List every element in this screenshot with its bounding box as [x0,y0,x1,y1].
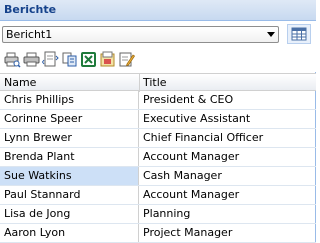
title-cell[interactable]: Account Manager [139,186,316,204]
panel-title: Berichte [4,3,57,16]
table-row[interactable]: Lisa de Jong Planning [0,205,316,224]
name-cell[interactable]: Paul Stannard [0,186,139,204]
column-separator[interactable] [139,74,140,92]
name-cell[interactable]: Sue Watkins [0,167,139,185]
employee-grid: Name Title Chris Phillips President & CEO… [0,73,316,243]
copy-icon[interactable] [61,51,78,68]
report-select[interactable]: Bericht1 [2,26,279,43]
grid-layout-icon [291,27,307,41]
table-row[interactable]: Paul Stannard Account Manager [0,186,316,205]
table-row[interactable]: Lynn Brewer Chief Financial Officer [0,129,316,148]
table-row[interactable]: Aaron Lyon Project Manager [0,224,316,243]
title-cell[interactable]: Cash Manager [139,167,316,185]
column-header-title[interactable]: Title [143,76,167,89]
title-cell[interactable]: President & CEO [139,91,316,109]
name-cell[interactable]: Brenda Plant [0,148,139,166]
name-cell[interactable]: Lisa de Jong [0,205,139,223]
title-cell[interactable]: Account Manager [139,148,316,166]
report-select-row: Bericht1 [0,21,316,48]
title-cell[interactable]: Chief Financial Officer [139,129,316,147]
name-cell[interactable]: Aaron Lyon [0,224,139,242]
page-setup-icon[interactable] [42,51,59,68]
chevron-down-icon[interactable] [267,32,275,37]
reports-panel: Berichte Bericht1 Name Title Chris Phill… [0,0,316,243]
column-header-name[interactable]: Name [4,76,36,89]
table-row[interactable]: Chris Phillips President & CEO [0,91,316,110]
table-row[interactable]: Corinne Speer Executive Assistant [0,110,316,129]
panel-header: Berichte [0,0,316,21]
print-icon[interactable] [23,51,40,68]
pdf-export-icon[interactable] [99,51,116,68]
name-cell[interactable]: Chris Phillips [0,91,139,109]
title-cell[interactable]: Project Manager [139,224,316,242]
grid-header: Name Title [0,73,316,92]
report-toolbar [0,48,316,72]
table-row[interactable]: Sue Watkins Cash Manager [0,167,316,186]
excel-export-icon[interactable] [80,51,97,68]
grid-rows: Chris Phillips President & CEO Corinne Spe… [0,91,316,243]
name-cell[interactable]: Corinne Speer [0,110,139,128]
report-select-value: Bericht1 [6,28,53,41]
title-cell[interactable]: Executive Assistant [139,110,316,128]
table-row[interactable]: Brenda Plant Account Manager [0,148,316,167]
print-preview-icon[interactable] [4,51,21,68]
report-layout-button[interactable] [287,24,311,44]
title-cell[interactable]: Planning [139,205,316,223]
edit-report-icon[interactable] [118,51,135,68]
name-cell[interactable]: Lynn Brewer [0,129,139,147]
